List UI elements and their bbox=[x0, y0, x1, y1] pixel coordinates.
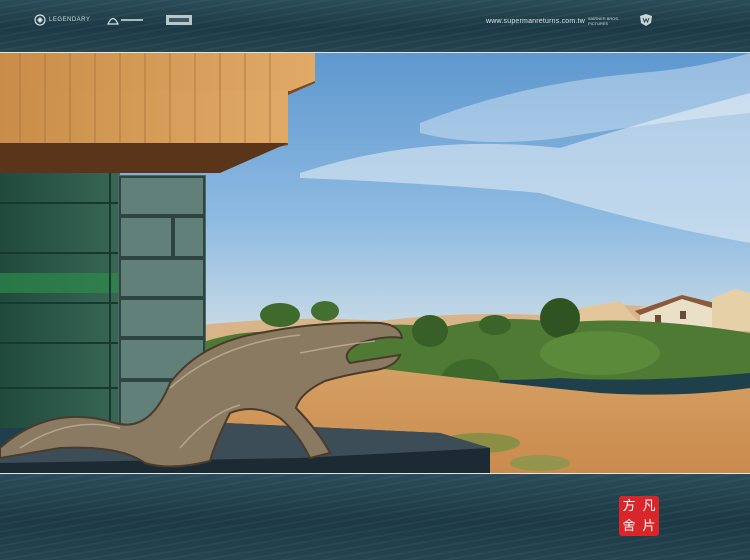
studio-box-icon bbox=[166, 15, 192, 25]
red-seal-stamp: 方 凡 舍 片 bbox=[619, 496, 659, 536]
partner-logo-shell bbox=[106, 12, 146, 28]
legendary-emblem-icon bbox=[34, 14, 46, 26]
main-photo bbox=[0, 52, 750, 474]
seal-char: 凡 bbox=[642, 498, 656, 514]
seal-char: 舍 bbox=[622, 518, 636, 534]
website-url: www.supermanreturns.com.tw bbox=[486, 18, 585, 25]
seal-char: 片 bbox=[642, 518, 656, 534]
wb-shield-icon bbox=[640, 14, 652, 26]
desert-scene-image bbox=[0, 53, 750, 473]
studio-credit: WARNER BROS. PICTURES bbox=[588, 16, 620, 26]
partner-logo-box bbox=[165, 12, 193, 28]
seal-char: 方 bbox=[622, 498, 636, 514]
header-band: LEGENDARY www.supermanreturns.com.tw WAR… bbox=[0, 0, 750, 52]
legendary-logo: LEGENDARY bbox=[34, 12, 90, 28]
legendary-logo-text: LEGENDARY bbox=[49, 16, 91, 23]
shell-emblem-icon bbox=[107, 17, 143, 25]
